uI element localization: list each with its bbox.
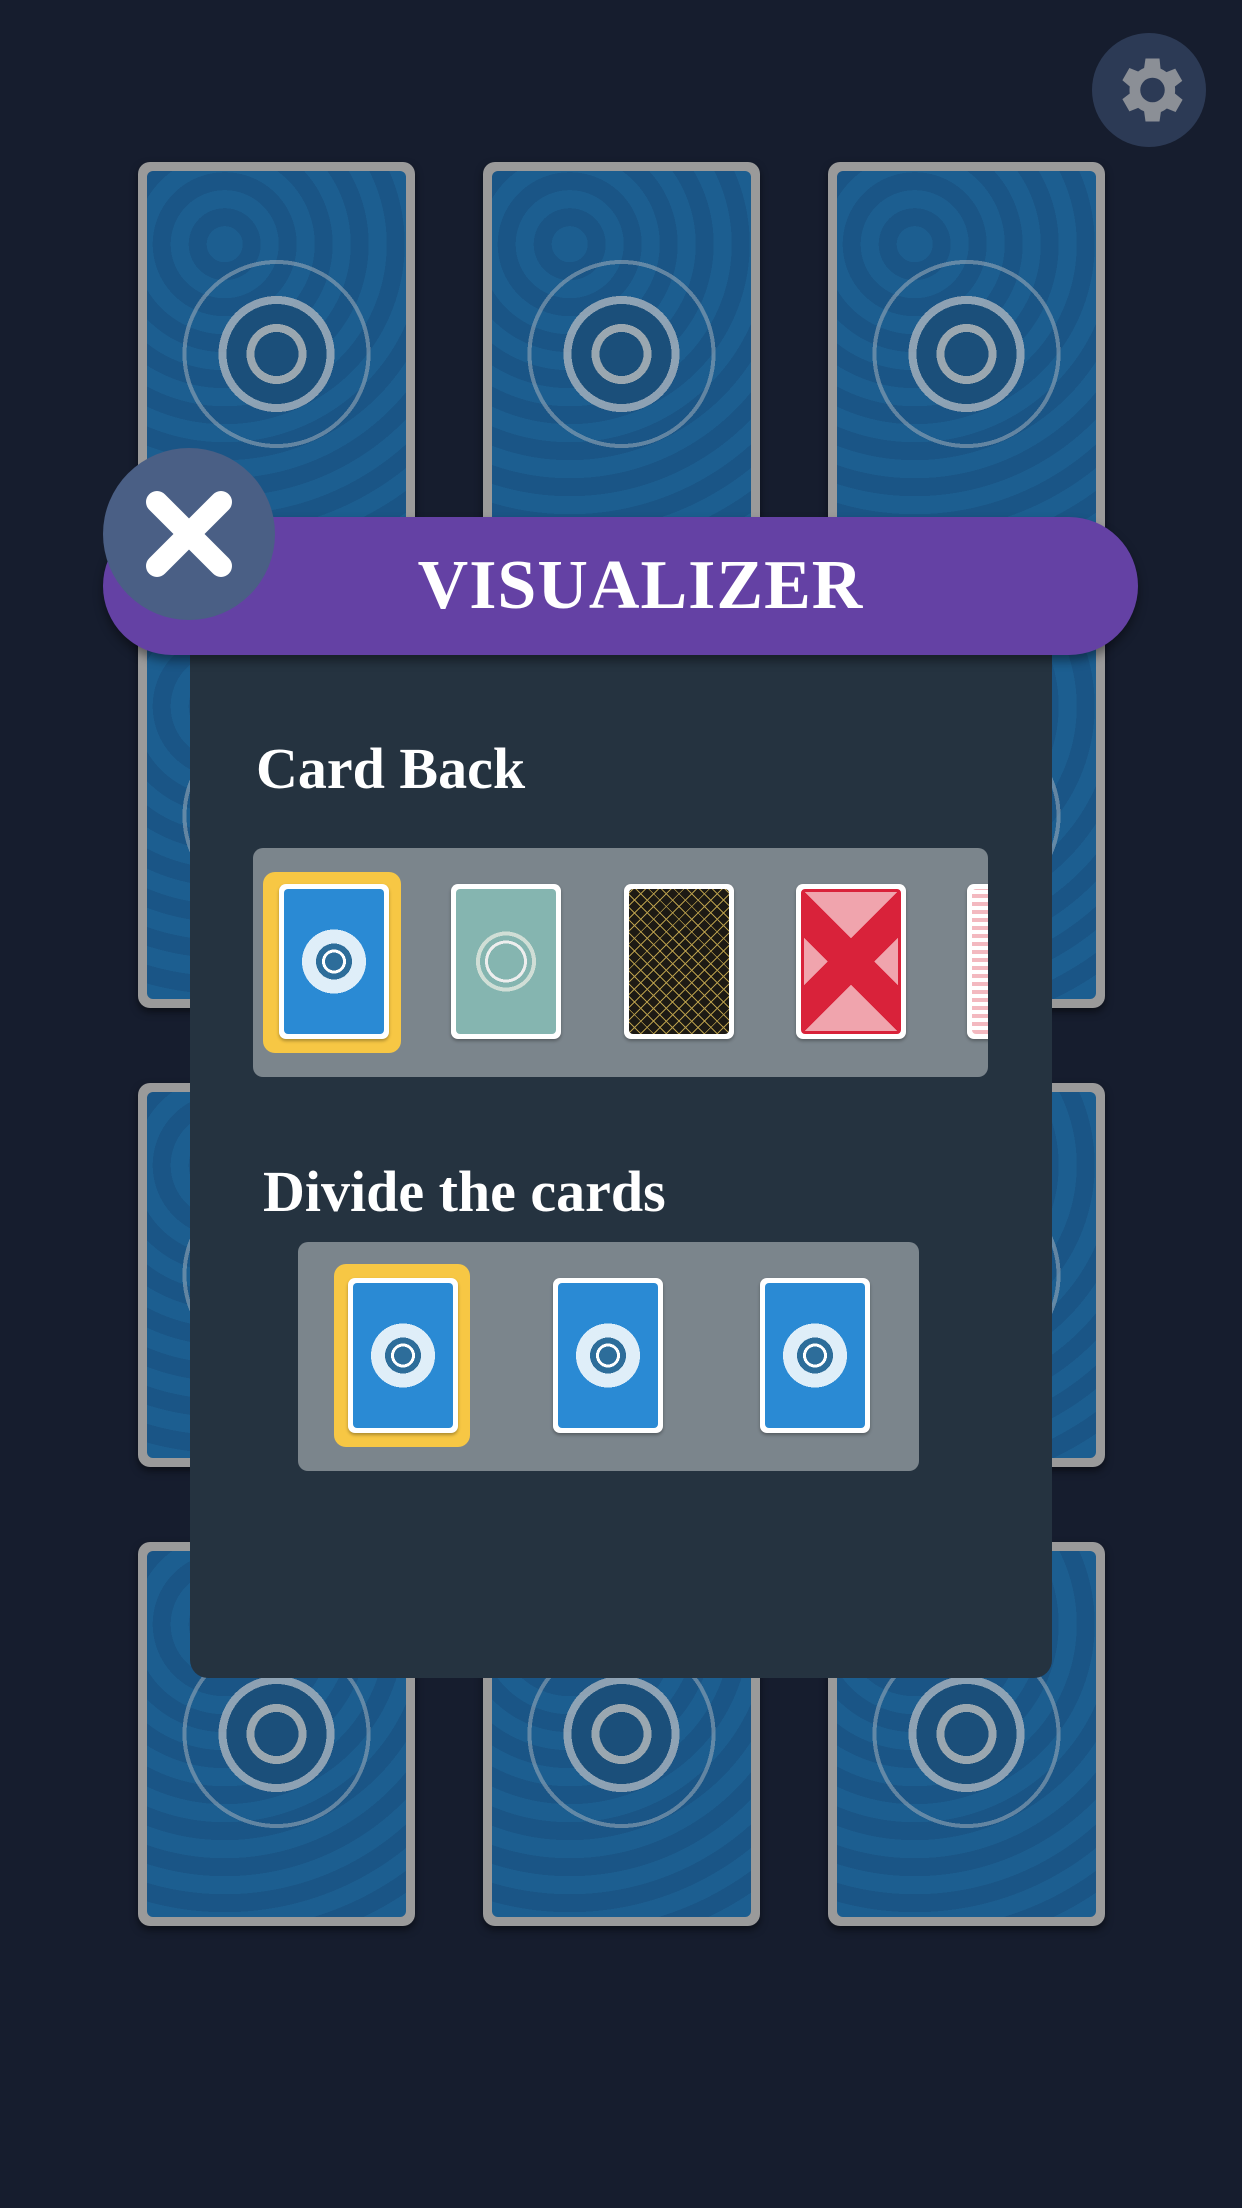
- close-icon: [146, 491, 232, 577]
- card-back-option-red[interactable]: [796, 884, 906, 1039]
- divide-option-3[interactable]: [760, 1278, 870, 1433]
- card-back-option-blue[interactable]: [279, 884, 389, 1039]
- close-button[interactable]: [103, 448, 275, 620]
- face-down-card[interactable]: [483, 162, 760, 546]
- divide-heading: Divide the cards: [263, 1159, 666, 1224]
- card-back-heading: Card Back: [256, 736, 526, 801]
- settings-button[interactable]: [1092, 33, 1206, 147]
- divide-options[interactable]: [298, 1242, 919, 1471]
- face-down-card[interactable]: [828, 162, 1105, 546]
- card-back-option-pink[interactable]: [967, 884, 988, 1039]
- dialog-title: VISUALIZER: [417, 547, 864, 624]
- card-back-option-teal[interactable]: [451, 884, 561, 1039]
- card-back-options[interactable]: [253, 848, 988, 1077]
- divide-option-2[interactable]: [553, 1278, 663, 1433]
- card-back-option-black-gold[interactable]: [624, 884, 734, 1039]
- divide-option-1[interactable]: [348, 1278, 458, 1433]
- gear-icon: [1122, 58, 1183, 122]
